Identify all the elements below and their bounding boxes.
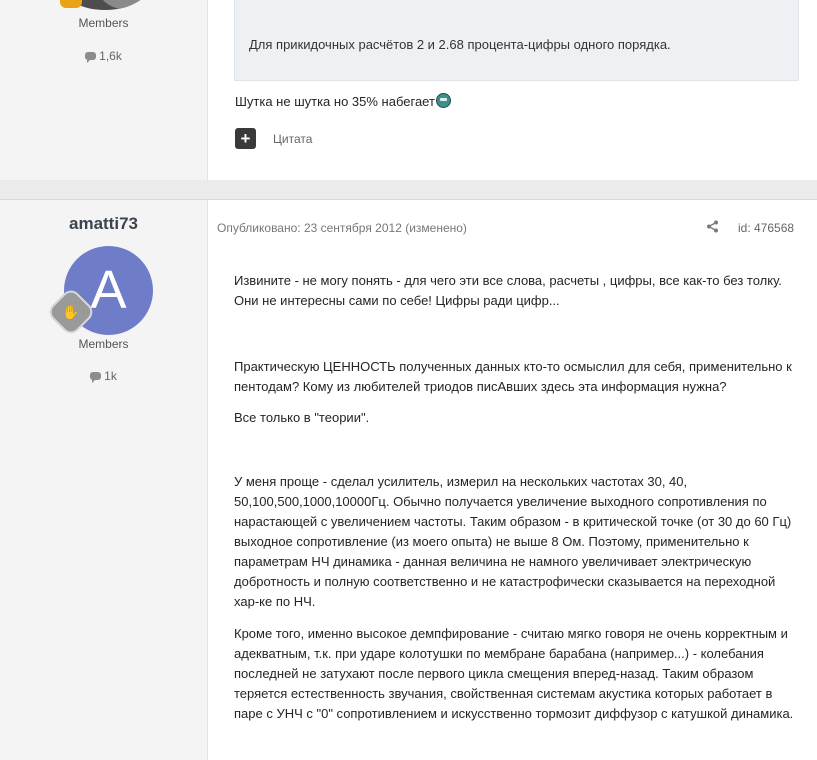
post-paragraph: Все только в "теории". bbox=[234, 410, 370, 425]
post-paragraph: Кроме того, именно высокое демпфирование… bbox=[234, 626, 794, 721]
previous-post-count-value: 1,6k bbox=[99, 49, 122, 63]
previous-post-body: Шутка не шутка но 35% набегает bbox=[235, 92, 451, 112]
share-icon[interactable] bbox=[706, 220, 719, 236]
previous-rank-badge-icon bbox=[60, 0, 82, 8]
post-id-link[interactable]: id: 476568 bbox=[738, 221, 794, 235]
current-author-column: amatti73 A ✋ Members 1k bbox=[0, 200, 208, 760]
previous-author-column: Members 1,6k bbox=[0, 0, 208, 180]
post-paragraph: Извините - не могу понять - для чего эти… bbox=[234, 273, 782, 308]
post-paragraph: У меня проще - сделал усилитель, измерил… bbox=[234, 474, 792, 609]
current-post: amatti73 A ✋ Members 1k Опубликовано: 23… bbox=[0, 199, 817, 760]
quote-text: Для прикидочных расчётов 2 и 2.68 процен… bbox=[249, 37, 671, 52]
post-count-value: 1k bbox=[104, 369, 117, 383]
previous-author-post-count[interactable]: 1,6k bbox=[0, 49, 207, 63]
previous-author-group: Members bbox=[78, 16, 129, 30]
author-post-count[interactable]: 1k bbox=[0, 369, 207, 383]
comment-icon bbox=[90, 372, 102, 383]
hand-icon: ✋ bbox=[62, 304, 80, 320]
author-username[interactable]: amatti73 bbox=[0, 214, 207, 234]
quote-button[interactable]: Цитата bbox=[273, 132, 312, 146]
quote-block: Для прикидочных расчётов 2 и 2.68 процен… bbox=[234, 0, 799, 81]
author-group: Members bbox=[78, 337, 129, 351]
post-published-date[interactable]: Опубликовано: 23 сентября 2012 (изменено… bbox=[217, 221, 467, 235]
comment-icon bbox=[85, 52, 97, 63]
multiquote-plus-button[interactable]: + bbox=[235, 128, 256, 149]
grimace-emoji-icon bbox=[435, 93, 451, 108]
previous-post-text: Шутка не шутка но 35% набегает bbox=[235, 94, 435, 109]
previous-post: Members 1,6k Для прикидочных расчётов 2 … bbox=[0, 0, 817, 180]
post-paragraph: Практическую ЦЕННОСТЬ полученных данных … bbox=[234, 359, 792, 394]
